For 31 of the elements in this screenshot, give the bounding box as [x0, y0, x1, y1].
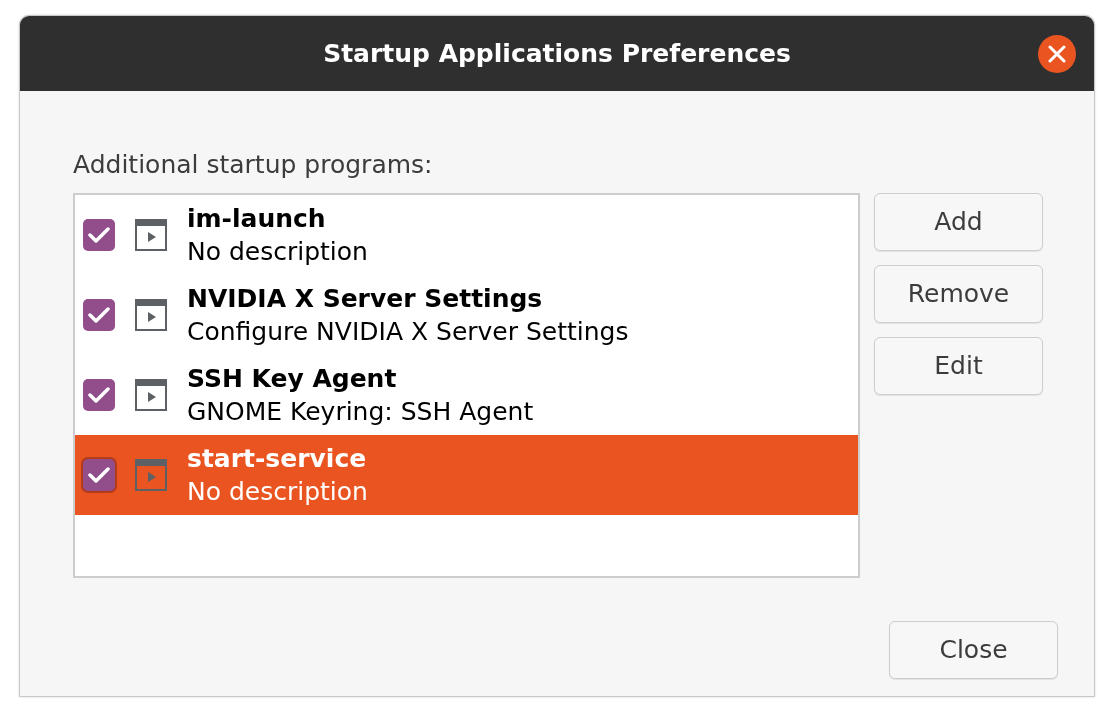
program-description: Configure NVIDIA X Server Settings: [187, 316, 629, 348]
program-row[interactable]: im-launch No description: [75, 195, 858, 275]
program-row[interactable]: SSH Key Agent GNOME Keyring: SSH Agent: [75, 355, 858, 435]
checkmark-icon: [88, 306, 110, 324]
checkbox[interactable]: [83, 299, 115, 331]
program-name: im-launch: [187, 203, 327, 235]
application-window-icon: [135, 379, 167, 411]
program-row[interactable]: NVIDIA X Server Settings Configure NVIDIA X Server Settings: [75, 275, 858, 355]
window-title: Startup Applications Preferences: [323, 37, 791, 70]
application-window-icon: [135, 459, 167, 491]
close-button[interactable]: Close: [889, 621, 1058, 679]
checkmark-icon: [88, 466, 110, 484]
action-button[interactable]: Add: [874, 193, 1043, 251]
program-description: No description: [187, 236, 368, 268]
close-icon[interactable]: [1038, 35, 1076, 73]
program-row[interactable]: start-service No description: [75, 435, 858, 515]
checkbox[interactable]: [83, 459, 115, 491]
program-description: No description: [187, 476, 368, 508]
checkmark-icon: [88, 386, 110, 404]
checkbox[interactable]: [83, 379, 115, 411]
action-button[interactable]: Edit: [874, 337, 1043, 395]
program-name: SSH Key Agent: [187, 363, 398, 395]
program-name: start-service: [187, 443, 368, 475]
program-name: NVIDIA X Server Settings: [187, 283, 544, 315]
application-window-icon: [135, 299, 167, 331]
checkbox[interactable]: [83, 219, 115, 251]
checkmark-icon: [88, 226, 110, 244]
application-window-icon: [135, 219, 167, 251]
action-button[interactable]: Remove: [874, 265, 1043, 323]
program-description: GNOME Keyring: SSH Agent: [187, 396, 534, 428]
list-label: Additional startup programs:: [73, 149, 434, 181]
